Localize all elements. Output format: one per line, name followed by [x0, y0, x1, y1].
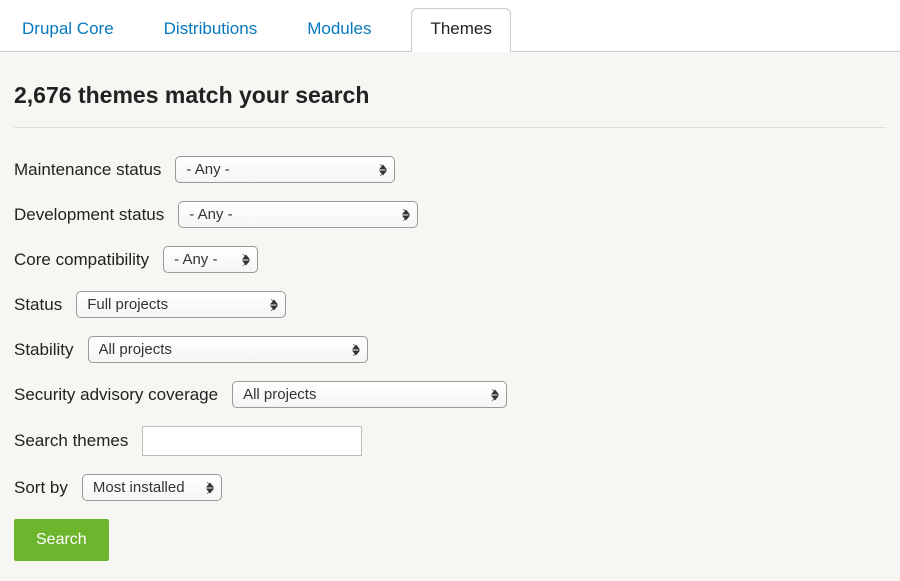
- filter-panel: 2,676 themes match your search Maintenan…: [0, 52, 900, 581]
- label-core-compatibility: Core compatibility: [14, 250, 149, 270]
- tab-drupal-core[interactable]: Drupal Core: [12, 9, 124, 51]
- row-sort-by: Sort by Most installed: [14, 474, 886, 501]
- search-themes-input[interactable]: [142, 426, 362, 456]
- tab-modules[interactable]: Modules: [297, 9, 381, 51]
- tab-distributions[interactable]: Distributions: [154, 9, 268, 51]
- results-heading: 2,676 themes match your search: [14, 82, 886, 109]
- select-status[interactable]: Full projects: [76, 291, 286, 318]
- tab-themes[interactable]: Themes: [411, 8, 510, 52]
- row-stability: Stability All projects: [14, 336, 886, 363]
- search-button[interactable]: Search: [14, 519, 109, 561]
- label-development-status: Development status: [14, 205, 164, 225]
- row-status: Status Full projects: [14, 291, 886, 318]
- select-maintenance-status[interactable]: - Any -: [175, 156, 395, 183]
- label-sort-by: Sort by: [14, 478, 68, 498]
- label-security-coverage: Security advisory coverage: [14, 385, 218, 405]
- select-development-status[interactable]: - Any -: [178, 201, 418, 228]
- row-development-status: Development status - Any -: [14, 201, 886, 228]
- label-status: Status: [14, 295, 62, 315]
- tabs: Drupal Core Distributions Modules Themes: [0, 0, 900, 52]
- select-core-compatibility[interactable]: - Any -: [163, 246, 258, 273]
- select-stability[interactable]: All projects: [88, 336, 368, 363]
- label-maintenance-status: Maintenance status: [14, 160, 161, 180]
- label-stability: Stability: [14, 340, 74, 360]
- divider: [14, 127, 886, 128]
- label-search-themes: Search themes: [14, 431, 128, 451]
- row-core-compatibility: Core compatibility - Any -: [14, 246, 886, 273]
- row-search-themes: Search themes: [14, 426, 886, 456]
- select-security-coverage[interactable]: All projects: [232, 381, 507, 408]
- select-sort-by[interactable]: Most installed: [82, 474, 222, 501]
- row-security-coverage: Security advisory coverage All projects: [14, 381, 886, 408]
- row-maintenance-status: Maintenance status - Any -: [14, 156, 886, 183]
